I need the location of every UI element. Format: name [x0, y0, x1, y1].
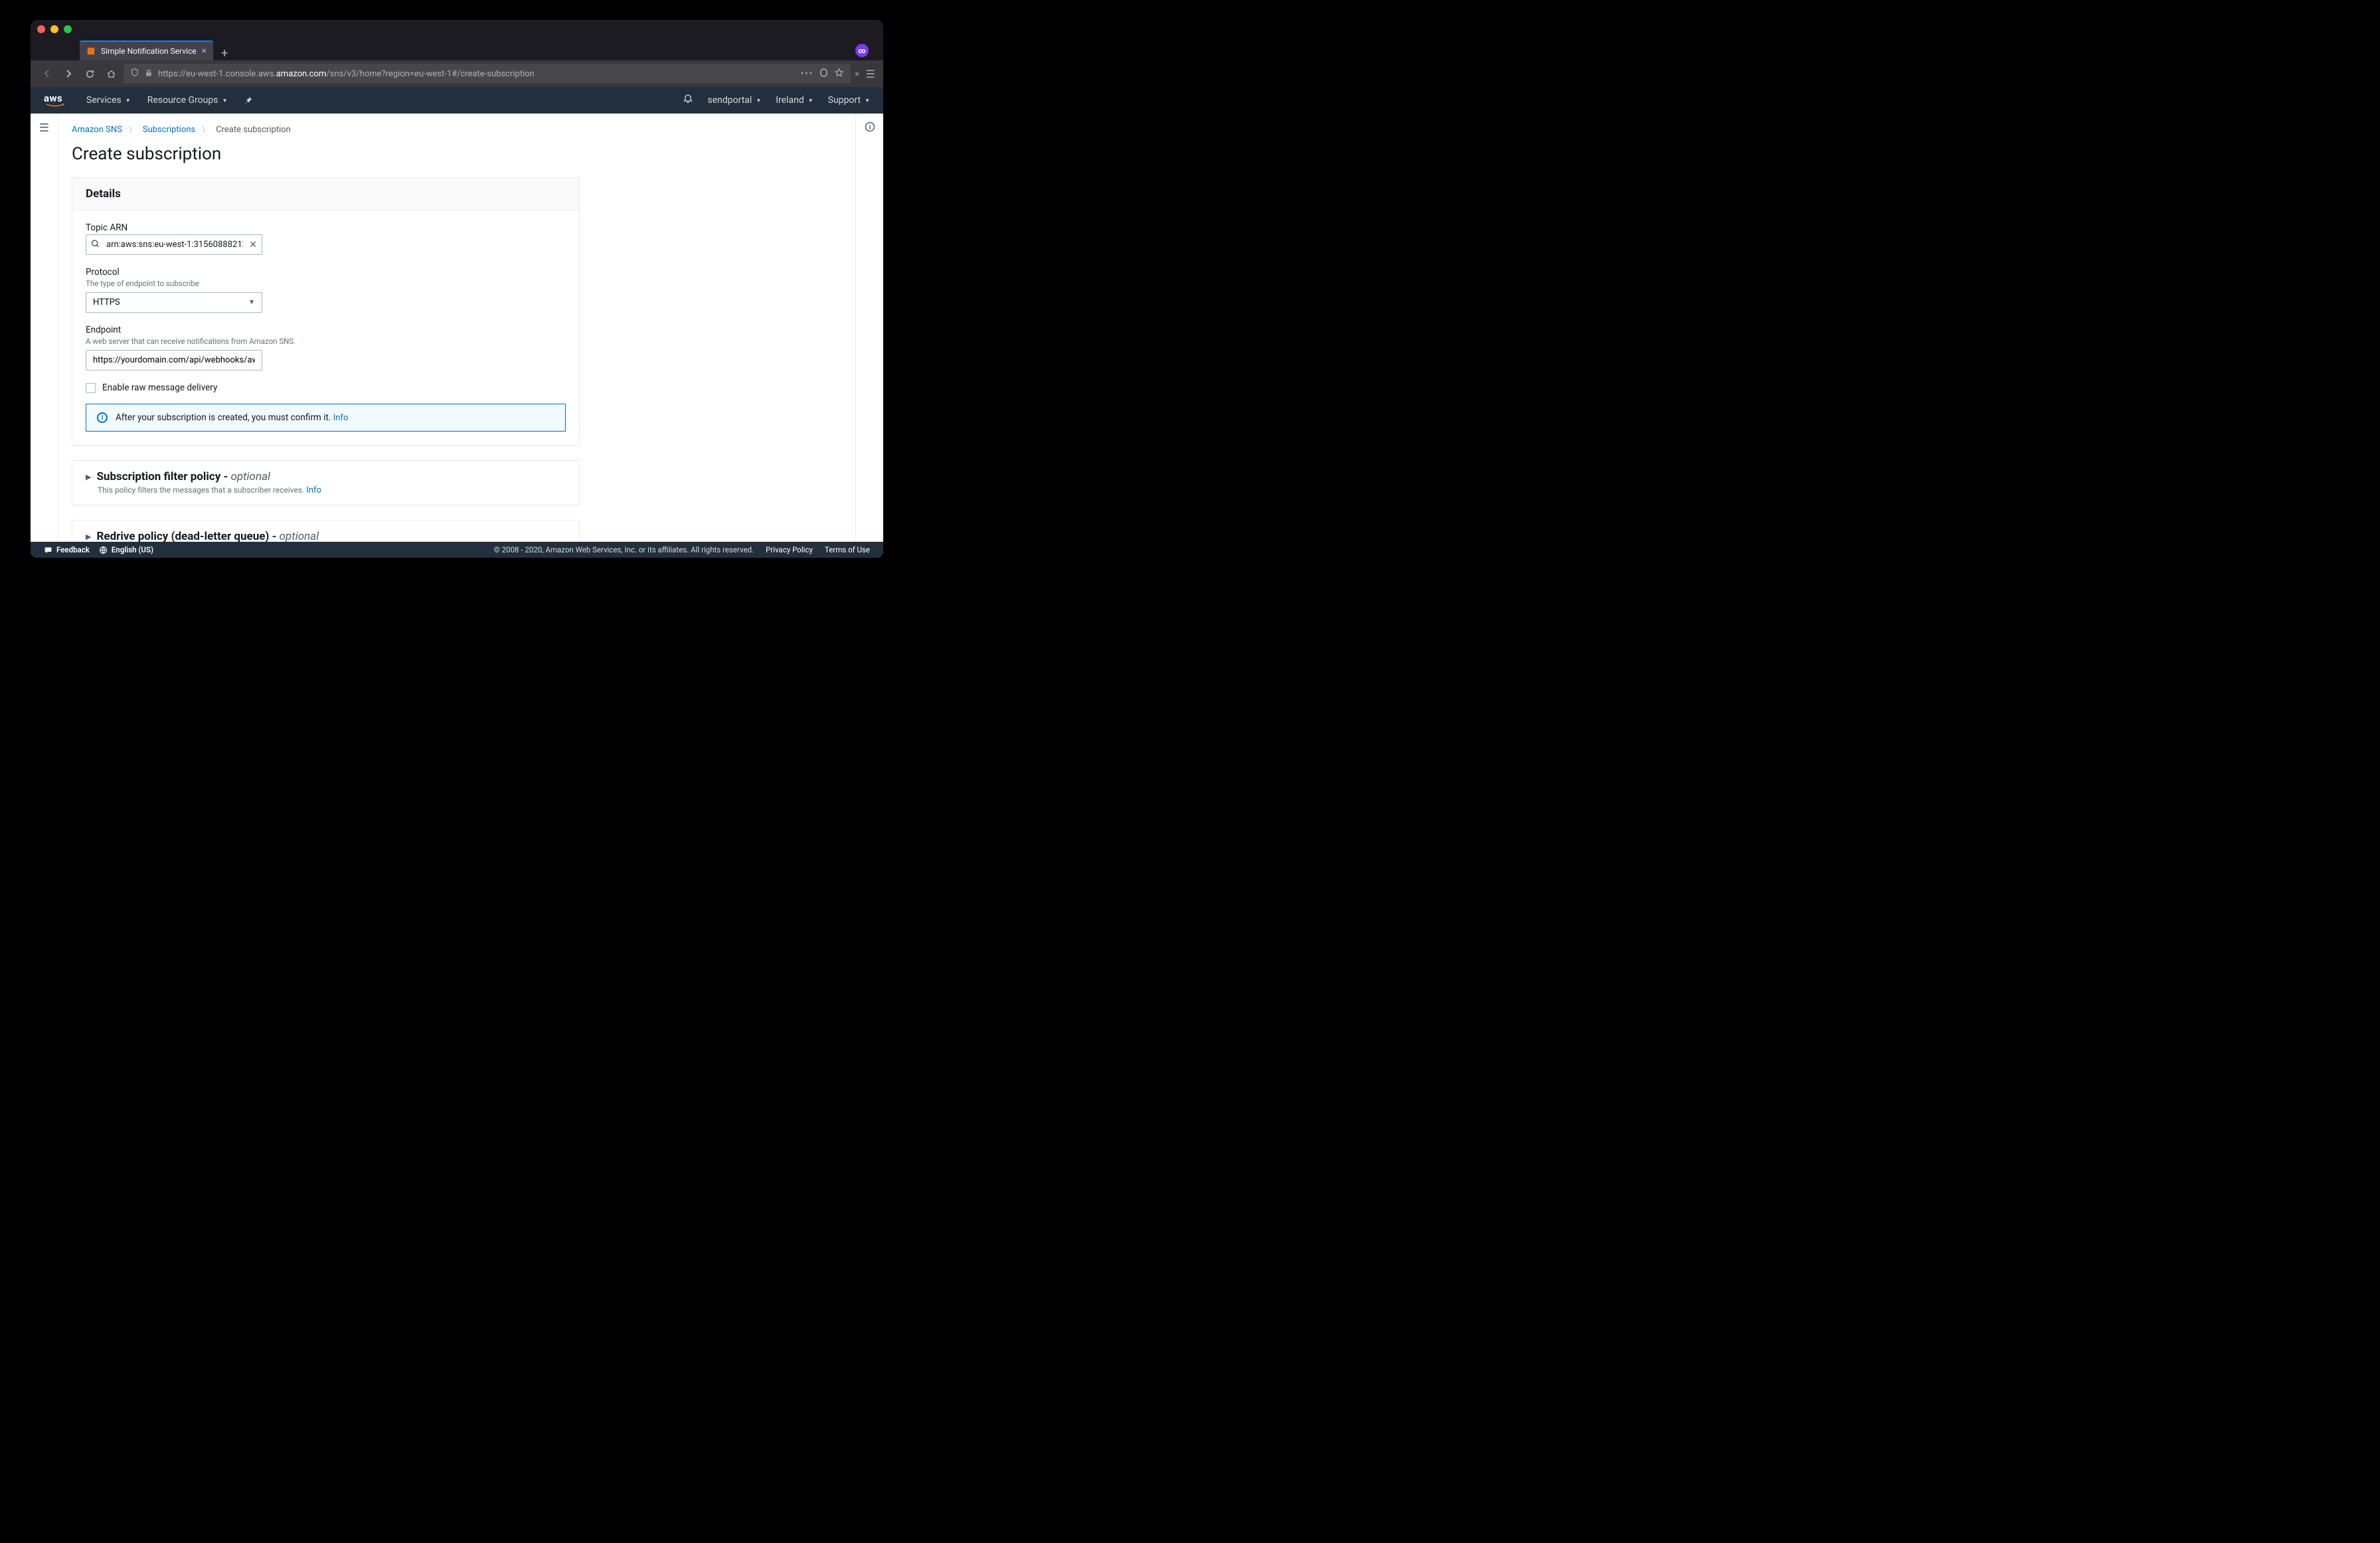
- account-menu[interactable]: sendportal ▼: [708, 95, 762, 106]
- chevron-right-icon: 〉: [202, 124, 209, 135]
- expand-title: Subscription filter policy - optional: [96, 470, 270, 483]
- bookmark-star-icon[interactable]: [834, 68, 844, 80]
- chevron-down-icon: ▼: [756, 98, 761, 104]
- checkbox-label: Enable raw message delivery: [102, 382, 217, 393]
- field-topic-arn: Topic ARN ✕: [86, 222, 566, 255]
- browser-tab-active[interactable]: Simple Notification Service ×: [80, 41, 213, 60]
- expand-triangle-icon: ▶: [86, 473, 91, 481]
- panel-header: Details: [72, 178, 579, 210]
- window-close-button[interactable]: [37, 25, 45, 33]
- lock-icon[interactable]: [145, 69, 153, 79]
- chevron-down-icon: ▼: [126, 98, 131, 104]
- notifications-bell-icon[interactable]: [683, 94, 693, 107]
- info-link[interactable]: Info: [333, 413, 349, 423]
- terms-link[interactable]: Terms of Use: [825, 545, 870, 554]
- browser-toolbar: https://eu-west-1.console.aws.amazon.com…: [31, 60, 883, 87]
- field-protocol: Protocol The type of endpoint to subscri…: [86, 267, 566, 313]
- back-button[interactable]: [39, 65, 56, 82]
- protocol-select[interactable]: HTTPS ▼: [86, 292, 262, 313]
- clear-input-icon[interactable]: ✕: [249, 240, 257, 250]
- tab-title: Simple Notification Service: [101, 46, 197, 56]
- aws-logo[interactable]: aws: [44, 94, 66, 107]
- chevron-right-icon: 〉: [129, 124, 136, 135]
- expand-description: This policy filters the messages that a …: [98, 485, 566, 495]
- right-help-rail: [855, 114, 883, 542]
- chevron-down-icon: ▼: [222, 98, 227, 104]
- page-title: Create subscription: [72, 144, 829, 164]
- services-menu[interactable]: Services ▼: [86, 95, 131, 106]
- browser-tabs: Simple Notification Service × +: [31, 39, 883, 60]
- field-hint: The type of endpoint to subscribe: [86, 279, 566, 288]
- aws-console: aws Services ▼ Resource Groups ▼ sendpor…: [31, 87, 883, 558]
- window-maximize-button[interactable]: [64, 25, 72, 33]
- field-label: Topic ARN: [86, 222, 566, 233]
- dropdown-caret-icon: ▼: [248, 299, 255, 306]
- panel-title: Details: [86, 187, 566, 201]
- field-endpoint: Endpoint A web server that can receive n…: [86, 325, 566, 370]
- window-titlebar: [31, 20, 883, 39]
- aws-logo-swoosh-icon: [44, 104, 66, 107]
- chevron-down-icon: ▼: [865, 98, 870, 104]
- support-menu[interactable]: Support ▼: [828, 95, 870, 106]
- url-text: https://eu-west-1.console.aws.amazon.com…: [158, 69, 796, 79]
- privacy-link[interactable]: Privacy Policy: [766, 545, 813, 554]
- info-message: After your subscription is created, you …: [116, 412, 348, 423]
- tab-close-icon[interactable]: ×: [202, 46, 207, 56]
- tracking-shield-icon[interactable]: [130, 68, 139, 80]
- filter-policy-panel[interactable]: ▶ Subscription filter policy - optional …: [72, 460, 580, 505]
- raw-delivery-checkbox[interactable]: [86, 383, 96, 393]
- breadcrumb-current: Create subscription: [216, 125, 291, 135]
- home-button[interactable]: [102, 65, 120, 82]
- expand-nav-icon[interactable]: ☰: [39, 122, 49, 542]
- raw-delivery-checkbox-row: Enable raw message delivery: [86, 382, 566, 393]
- pin-icon[interactable]: [244, 96, 253, 105]
- address-bar[interactable]: https://eu-west-1.console.aws.amazon.com…: [124, 64, 851, 84]
- expand-triangle-icon: ▶: [86, 532, 91, 541]
- breadcrumb: Amazon SNS 〉 Subscriptions 〉 Create subs…: [72, 124, 829, 135]
- info-alert: i After your subscription is created, yo…: [86, 404, 566, 432]
- expand-title: Redrive policy (dead-letter queue) - opt…: [96, 530, 319, 542]
- new-tab-button[interactable]: +: [213, 46, 236, 60]
- app-menu-button[interactable]: ☰: [866, 68, 875, 80]
- page-actions-dots-icon[interactable]: •••: [801, 69, 813, 79]
- topic-arn-input[interactable]: [86, 234, 262, 255]
- breadcrumb-link-subscriptions[interactable]: Subscriptions: [143, 125, 195, 135]
- breadcrumb-link-sns[interactable]: Amazon SNS: [72, 125, 122, 135]
- reload-button[interactable]: [81, 65, 98, 82]
- aws-top-nav: aws Services ▼ Resource Groups ▼ sendpor…: [31, 87, 883, 114]
- forward-button[interactable]: [60, 65, 77, 82]
- feedback-button[interactable]: Feedback: [44, 545, 90, 554]
- resource-groups-menu[interactable]: Resource Groups ▼: [147, 95, 228, 106]
- redrive-policy-panel[interactable]: ▶ Redrive policy (dead-letter queue) - o…: [72, 520, 580, 542]
- chevron-down-icon: ▼: [808, 98, 813, 104]
- details-panel: Details Topic ARN ✕: [72, 177, 580, 446]
- left-nav-rail: ☰: [31, 114, 58, 542]
- help-info-icon[interactable]: [865, 122, 875, 542]
- info-icon: i: [97, 412, 108, 423]
- field-label: Endpoint: [86, 325, 566, 335]
- copyright-text: © 2008 - 2020, Amazon Web Services, Inc.…: [494, 545, 754, 554]
- language-selector[interactable]: English (US): [99, 545, 153, 554]
- endpoint-input[interactable]: [86, 350, 262, 370]
- aws-footer: Feedback English (US) © 2008 - 2020, Ama…: [31, 542, 883, 558]
- field-label: Protocol: [86, 267, 566, 278]
- tab-favicon: [86, 46, 96, 56]
- window-minimize-button[interactable]: [50, 25, 58, 33]
- reader-shield-icon[interactable]: [819, 68, 829, 80]
- extension-icon[interactable]: ∞: [855, 44, 869, 57]
- overflow-chevrons-icon[interactable]: »: [855, 68, 859, 79]
- region-menu[interactable]: Ireland ▼: [776, 95, 813, 106]
- info-link[interactable]: Info: [306, 485, 321, 495]
- field-hint: A web server that can receive notificati…: [86, 337, 566, 346]
- main-content: Amazon SNS 〉 Subscriptions 〉 Create subs…: [58, 114, 855, 542]
- search-icon: [91, 239, 100, 250]
